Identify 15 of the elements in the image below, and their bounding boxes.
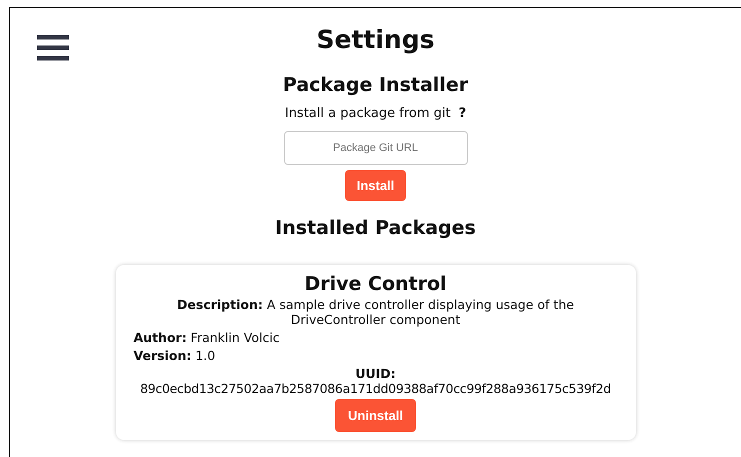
- help-link[interactable]: ?: [458, 106, 466, 121]
- url-field[interactable]: Package Git URL: [284, 131, 468, 165]
- package-version: Version: 1.0: [134, 348, 216, 363]
- package-author: Author: Franklin Volcic: [134, 330, 281, 345]
- section-heading: Package Installer: [282, 74, 468, 96]
- package-description: Description: A sample drive controller displaying usage of the DriveController component: [176, 297, 575, 327]
- package-uuid: 89c0ecbd13c27502aa7b2587086a171dd09388af70cc99f288a936175c539f2d: [140, 381, 611, 396]
- install-prompt: Install a package from git: [284, 106, 451, 121]
- uuid-label: UUID:: [355, 366, 396, 381]
- uninstall-button[interactable]: Uninstall: [335, 399, 416, 432]
- page-title: Settings: [316, 25, 434, 54]
- section-heading: Installed Packages: [275, 217, 476, 239]
- menu-icon[interactable]: [37, 35, 69, 61]
- install-button[interactable]: Install: [344, 170, 406, 201]
- package-name: Drive Control: [304, 273, 447, 295]
